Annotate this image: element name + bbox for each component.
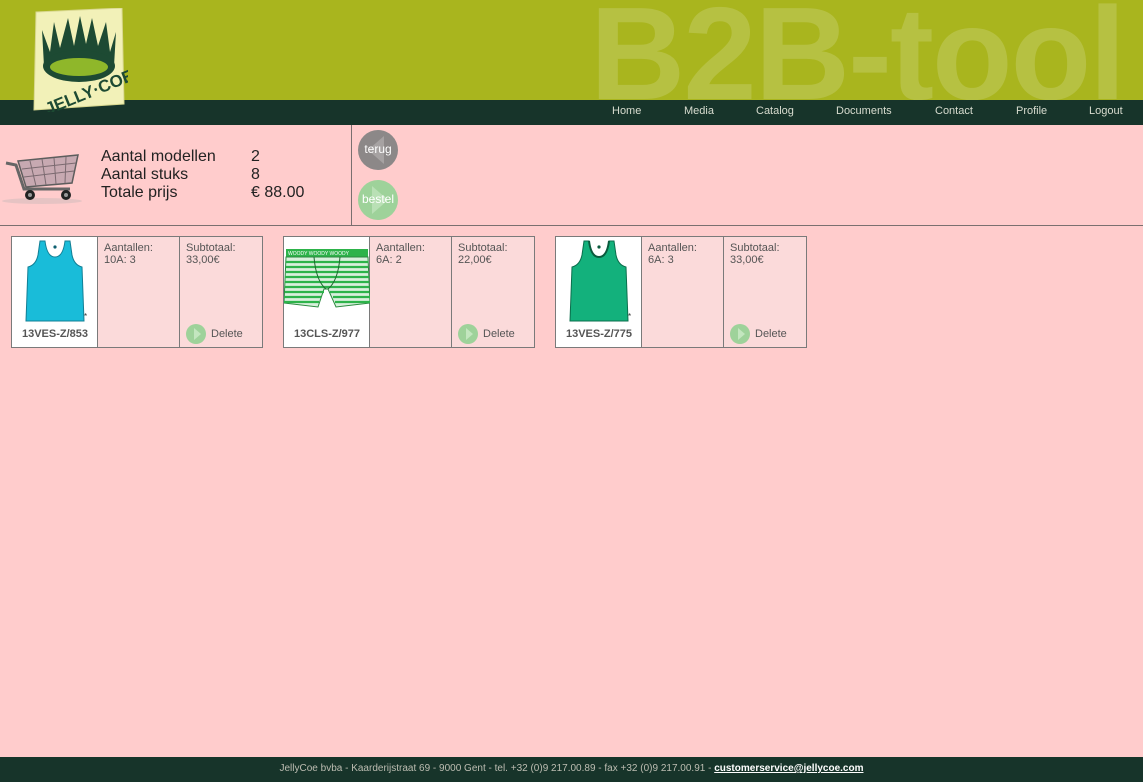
delete-button[interactable]: Delete [186, 324, 262, 344]
quantity-column: Aantallen: 6A: 2 [370, 237, 452, 347]
nav-profile[interactable]: Profile [1016, 105, 1047, 117]
back-button[interactable]: terug [358, 130, 398, 170]
arrow-right-icon [730, 324, 750, 344]
arrow-right-icon [458, 324, 478, 344]
pieces-count-value: 8 [251, 166, 260, 183]
header-banner: B2B-tool [0, 0, 1143, 100]
cart-summary: Aantal modellen 2 Aantal stuks 8 Totale … [0, 125, 1143, 226]
nav-logout[interactable]: Logout [1089, 105, 1123, 117]
footer: JellyCoe bvba - Kaarderijstraat 69 - 900… [0, 757, 1143, 782]
delete-button[interactable]: Delete [730, 324, 806, 344]
order-button-label: bestel [361, 192, 395, 206]
quantity-value: 6A: 2 [376, 254, 402, 266]
shopping-cart-icon [2, 149, 84, 210]
customer-service-email-link[interactable]: customerservice@jellycoe.com [714, 763, 863, 774]
models-count-value: 2 [251, 148, 260, 165]
product-code: 13VES-Z/775 [565, 328, 633, 340]
quantity-value: 6A: 3 [648, 254, 674, 266]
product-image[interactable]: * 13VES-Z/853 [12, 237, 98, 347]
product-code: 13CLS-Z/977 [293, 328, 361, 340]
quantity-column: Aantallen: 6A: 3 [642, 237, 724, 347]
nav-media[interactable]: Media [684, 105, 714, 117]
product-image[interactable]: WOODY WOODY WOODY 13CLS-Z/977 [283, 237, 371, 347]
subtotal-value: 22,00€ [458, 254, 492, 266]
summary-divider [351, 125, 352, 225]
product-image[interactable]: * 13VES-Z/775 [556, 237, 642, 347]
subtotal-column: Subtotaal: 33,00€ Delete [724, 237, 806, 347]
total-price-value: € 88.00 [251, 184, 305, 201]
jellycoe-logo[interactable]: JELLY·COE [28, 7, 137, 119]
footer-company-info: JellyCoe bvba - Kaarderijstraat 69 - 900… [279, 763, 715, 774]
nav-catalog[interactable]: Catalog [756, 105, 794, 117]
pieces-count-label: Aantal stuks [101, 166, 189, 183]
main-navigation: Home Media Catalog Documents Contact Pro… [0, 100, 1143, 125]
cart-item-card: * 13VES-Z/853 Aantallen: 10A: 3 Subtotaa… [11, 236, 263, 348]
subtotal-value: 33,00€ [186, 254, 220, 266]
subtotal-value: 33,00€ [730, 254, 764, 266]
quantity-label: Aantallen: [376, 242, 425, 254]
subtotal-label: Subtotaal: [186, 242, 236, 254]
arrow-right-icon [186, 324, 206, 344]
delete-label: Delete [211, 328, 243, 340]
cart-item-card: WOODY WOODY WOODY 13CLS-Z/977 Aantallen: [283, 236, 535, 348]
subtotal-label: Subtotaal: [730, 242, 780, 254]
svg-text:WOODY WOODY WOODY: WOODY WOODY WOODY [288, 251, 350, 257]
nav-documents[interactable]: Documents [836, 105, 892, 117]
cart-item-card: * 13VES-Z/775 Aantallen: 6A: 3 Subtotaal… [555, 236, 807, 348]
total-price-label: Totale prijs [101, 184, 178, 201]
svg-text:*: * [84, 312, 87, 321]
order-button[interactable]: bestel [358, 180, 398, 220]
models-count-label: Aantal modellen [101, 148, 216, 165]
quantity-label: Aantallen: [648, 242, 697, 254]
quantity-label: Aantallen: [104, 242, 153, 254]
delete-label: Delete [483, 328, 515, 340]
subtotal-column: Subtotaal: 22,00€ Delete [452, 237, 534, 347]
subtotal-column: Subtotaal: 33,00€ Delete [180, 237, 262, 347]
nav-home[interactable]: Home [612, 105, 641, 117]
nav-contact[interactable]: Contact [935, 105, 973, 117]
quantity-column: Aantallen: 10A: 3 [98, 237, 180, 347]
subtotal-label: Subtotaal: [458, 242, 508, 254]
quantity-value: 10A: 3 [104, 254, 136, 266]
svg-text:*: * [628, 312, 631, 321]
delete-label: Delete [755, 328, 787, 340]
b2b-tool-watermark: B2B-tool [590, 0, 1126, 100]
back-button-label: terug [364, 142, 392, 156]
delete-button[interactable]: Delete [458, 324, 534, 344]
product-code: 13VES-Z/853 [21, 328, 89, 340]
